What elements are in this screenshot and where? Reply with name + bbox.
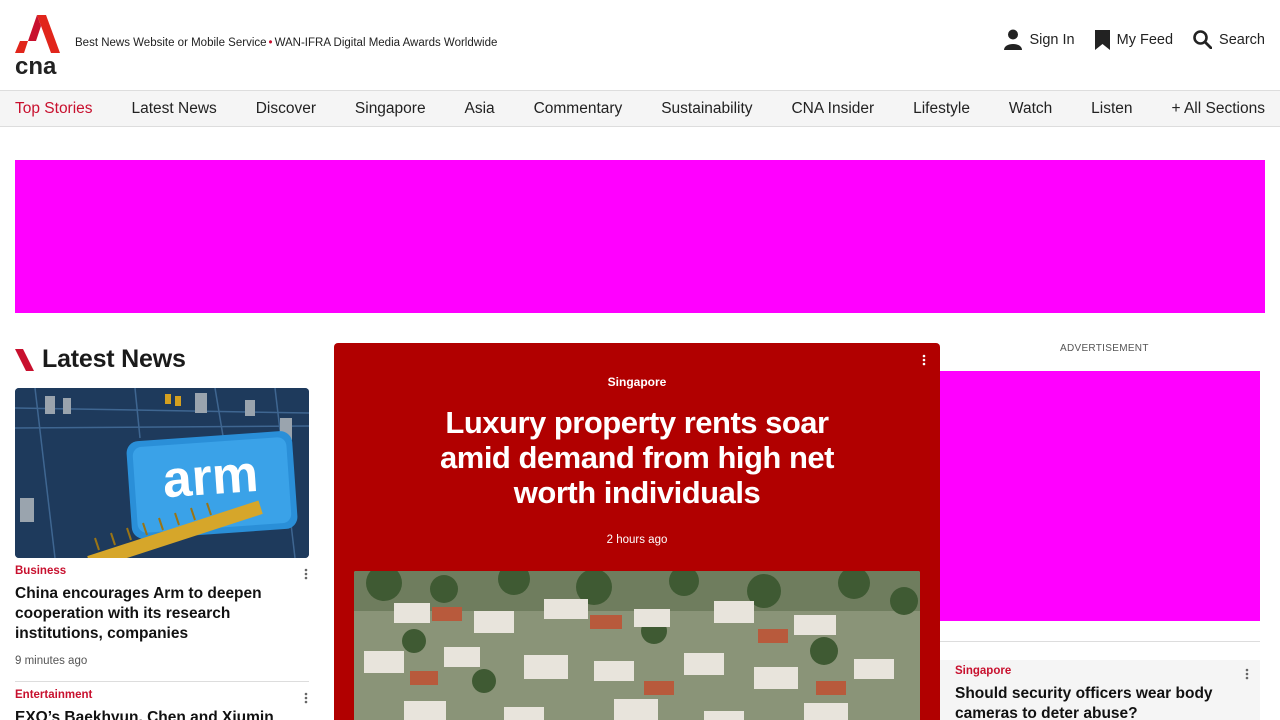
featured-category[interactable]: Singapore [334,375,940,389]
housing-aerial-image [354,571,920,720]
search-icon [1193,30,1213,49]
featured-title-line: Luxury property rents soar [445,405,829,440]
nav-item-commentary[interactable]: Commentary [534,100,623,118]
article-title-line: institutions, companies [15,625,189,642]
nav-item-latest-news[interactable]: Latest News [131,100,216,118]
arm-article-image[interactable]: arm [15,388,309,558]
ad-label: ADVERTISEMENT [1060,343,1149,354]
featured-timestamp: 2 hours ago [606,534,668,546]
award-dot: • [268,37,273,49]
section-slash-icon [15,348,34,371]
nav-item-sustainability[interactable]: Sustainability [661,100,752,118]
article-category[interactable]: Business [15,565,66,577]
latest-news-heading: Latest News [15,345,186,374]
featured-article[interactable]: Singapore Luxury property rents soar ami… [334,343,940,720]
article-title[interactable]: Should security officers wear body camer… [955,684,1245,720]
nav-item-lifestyle[interactable]: Lifestyle [913,100,970,118]
sign-in-button[interactable]: Sign In [1004,29,1075,50]
user-icon [1004,29,1023,50]
more-options-icon[interactable] [917,353,931,367]
bookmark-icon [1094,29,1110,50]
award-right-text: WAN-IFRA Digital Media Awards Worldwide [274,37,498,49]
nav-item-top-stories[interactable]: Top Stories [15,100,93,118]
article-title[interactable]: EXO’s Baekhyun, Chen and Xiumin [15,708,305,720]
arm-logo-text: arm [161,445,260,510]
nav-item-singapore[interactable]: Singapore [355,100,426,118]
search-label: Search [1219,31,1265,48]
latest-news-title: Latest News [42,345,186,373]
featured-title-line: worth individuals [513,475,761,510]
featured-title[interactable]: Luxury property rents soar amid demand f… [404,405,870,510]
my-feed-button[interactable]: My Feed [1094,29,1174,50]
logo-text: cna [15,53,57,75]
article-title-line: EXO’s Baekhyun, Chen and Xiumin [15,709,274,720]
article-title-line: cooperation with its research [15,605,231,622]
more-options-icon[interactable] [299,567,313,581]
article-title-line: China encourages Arm to deepen [15,585,262,602]
circuit-board-image: arm [15,388,309,558]
cna-logo[interactable]: cna [15,15,61,75]
my-feed-label: My Feed [1116,31,1174,48]
article-title[interactable]: China encourages Arm to deepen cooperati… [15,584,305,644]
search-button[interactable]: Search [1193,30,1265,49]
top-ad-banner[interactable] [15,160,1265,313]
nav-item-listen[interactable]: Listen [1091,100,1132,118]
award-left-text: Best News Website or Mobile Service [75,37,267,49]
article-title-line: cameras to deter abuse? [955,705,1138,720]
nav-item-cna-insider[interactable]: CNA Insider [791,100,874,118]
nav-item-all-sections[interactable]: + All Sections [1171,100,1264,118]
divider [15,681,309,682]
main-nav: Top Stories Latest News Discover Singapo… [0,90,1280,127]
divider [940,641,1260,642]
article-category[interactable]: Entertainment [15,689,92,701]
award-tagline: Best News Website or Mobile Service • WAN-… [75,37,497,49]
more-options-icon[interactable] [1240,667,1254,681]
featured-image[interactable] [354,571,920,720]
nav-item-asia[interactable]: Asia [465,100,495,118]
featured-title-line: amid demand from high net [440,440,834,475]
article-title-line: Should security officers wear body [955,685,1213,702]
site-header: cna Best News Website or Mobile Service •… [0,0,1280,90]
nav-item-discover[interactable]: Discover [256,100,316,118]
article-timestamp: 9 minutes ago [15,655,88,667]
side-ad-banner[interactable] [940,371,1260,621]
sign-in-label: Sign In [1029,31,1075,48]
more-options-icon[interactable] [299,691,313,705]
article-category[interactable]: Singapore [955,665,1011,677]
user-actions: Sign In My Feed Search [1004,29,1265,50]
nav-item-watch[interactable]: Watch [1009,100,1052,118]
